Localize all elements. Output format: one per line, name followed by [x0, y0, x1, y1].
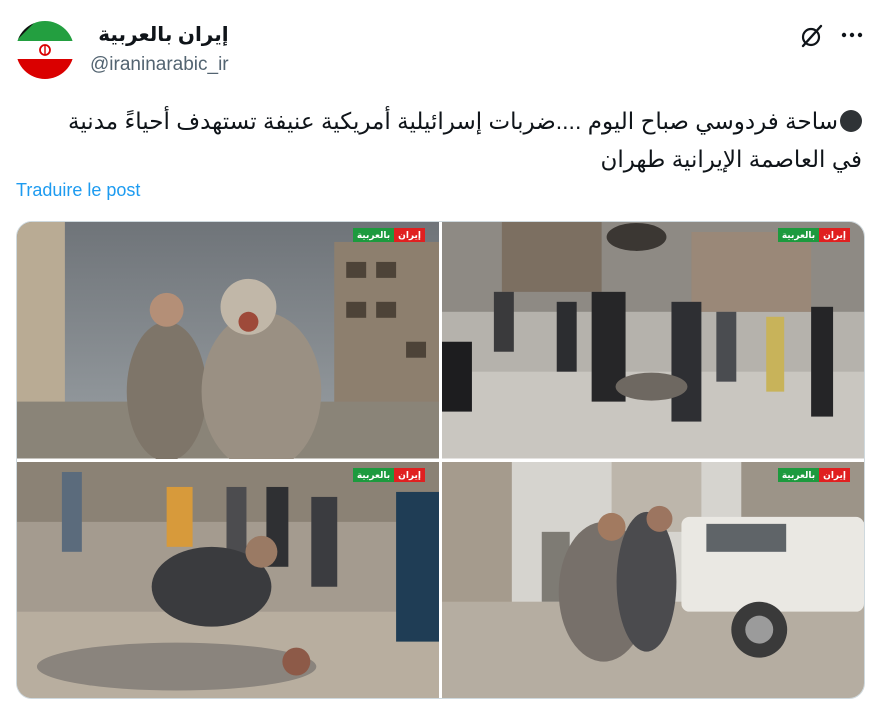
watermark-right-text: بالعربية [352, 467, 395, 482]
handle[interactable]: @iraninarabic_ir [90, 52, 229, 78]
photo-4[interactable]: إيران بالعربية [442, 461, 864, 698]
avatar[interactable] [16, 21, 74, 79]
grok-slash-circle-icon [801, 24, 823, 48]
watermark: إيران بالعربية [777, 228, 850, 242]
photo-2-image [442, 222, 864, 459]
watermark: إيران بالعربية [352, 467, 425, 482]
translate-link[interactable]: Traduire le post [16, 180, 140, 201]
more-button[interactable] [838, 22, 866, 50]
watermark-left-text: إيران [819, 228, 850, 242]
iran-flag-black-ribbon-icon [16, 21, 74, 79]
watermark-left-text: إيران [394, 467, 425, 482]
black-circle-emoji-icon [840, 110, 862, 132]
watermark-right-text: بالعربية [352, 228, 395, 242]
more-dots-icon [841, 32, 863, 38]
photo-3-image [17, 461, 439, 698]
watermark: إيران بالعربية [352, 228, 425, 242]
photo-2[interactable]: إيران بالعربية [442, 222, 864, 459]
author-block[interactable]: إيران بالعربية @iraninarabic_ir [90, 22, 229, 78]
photo-1[interactable]: إيران بالعربية [17, 222, 439, 459]
photo-1-image [17, 222, 439, 459]
watermark-left-text: إيران [819, 467, 850, 482]
grok-button[interactable] [798, 22, 826, 50]
post-body: ساحة فردوسي صباح اليوم ....ضربات إسرائيل… [68, 108, 862, 172]
display-name[interactable]: إيران بالعربية [90, 22, 228, 48]
watermark-right-text: بالعربية [777, 228, 820, 242]
photo-4-image [442, 461, 864, 698]
post-text: ساحة فردوسي صباح اليوم ....ضربات إسرائيل… [42, 102, 862, 178]
watermark: إيران بالعربية [777, 467, 850, 482]
media-grid: إيران بالعربية إيران بالعربية إيران بالع… [16, 221, 865, 699]
post-container: إيران بالعربية @iraninarabic_ir ساحة فرد… [0, 0, 884, 720]
photo-3[interactable]: إيران بالعربية [17, 461, 439, 698]
watermark-left-text: إيران [394, 228, 425, 242]
watermark-right-text: بالعربية [777, 467, 820, 482]
